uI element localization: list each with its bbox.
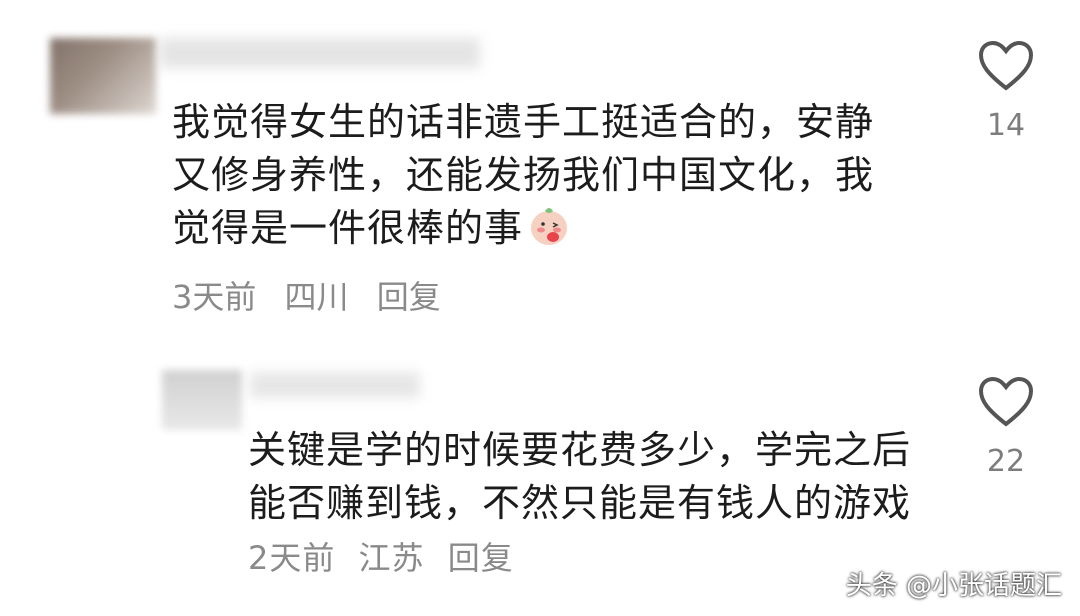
- comment-time: 3天前: [172, 278, 257, 316]
- username-blurred[interactable]: [160, 38, 480, 68]
- comment-meta: 3天前 四川 回复: [172, 272, 459, 318]
- comment-body: 我觉得女生的话非遗手工挺适合的，安静又修身养性，还能发扬我们中国文化，我觉得是一…: [172, 100, 875, 250]
- comment-text: 关键是学的时候要花费多少，学完之后能否赚到钱，不然只能是有钱人的游戏 2天前 江…: [248, 424, 938, 585]
- comment-body: 关键是学的时候要花费多少，学完之后能否赚到钱，不然只能是有钱人的游戏: [248, 428, 912, 525]
- comment-location: 四川: [284, 278, 349, 316]
- reply-button[interactable]: 回复: [377, 278, 441, 316]
- comment-text: 我觉得女生的话非遗手工挺适合的，安静又修身养性，还能发扬我们中国文化，我觉得是一…: [172, 96, 912, 255]
- comment-location: 江苏: [358, 539, 425, 577]
- heart-outline-icon[interactable]: [978, 376, 1034, 428]
- comment-time: 2天前: [248, 539, 336, 577]
- comment-meta: 2天前 江苏 回复: [248, 532, 526, 585]
- like-count: 14: [986, 108, 1026, 143]
- username-blurred[interactable]: [250, 372, 420, 398]
- reply-button[interactable]: 回复: [448, 539, 514, 577]
- avatar[interactable]: [50, 38, 156, 114]
- blushing-peach-emoji: [531, 208, 568, 245]
- like-count: 22: [986, 444, 1026, 479]
- avatar[interactable]: [162, 370, 242, 430]
- heart-outline-icon[interactable]: [978, 40, 1034, 92]
- watermark: 头条 @小张话题汇: [845, 571, 1062, 601]
